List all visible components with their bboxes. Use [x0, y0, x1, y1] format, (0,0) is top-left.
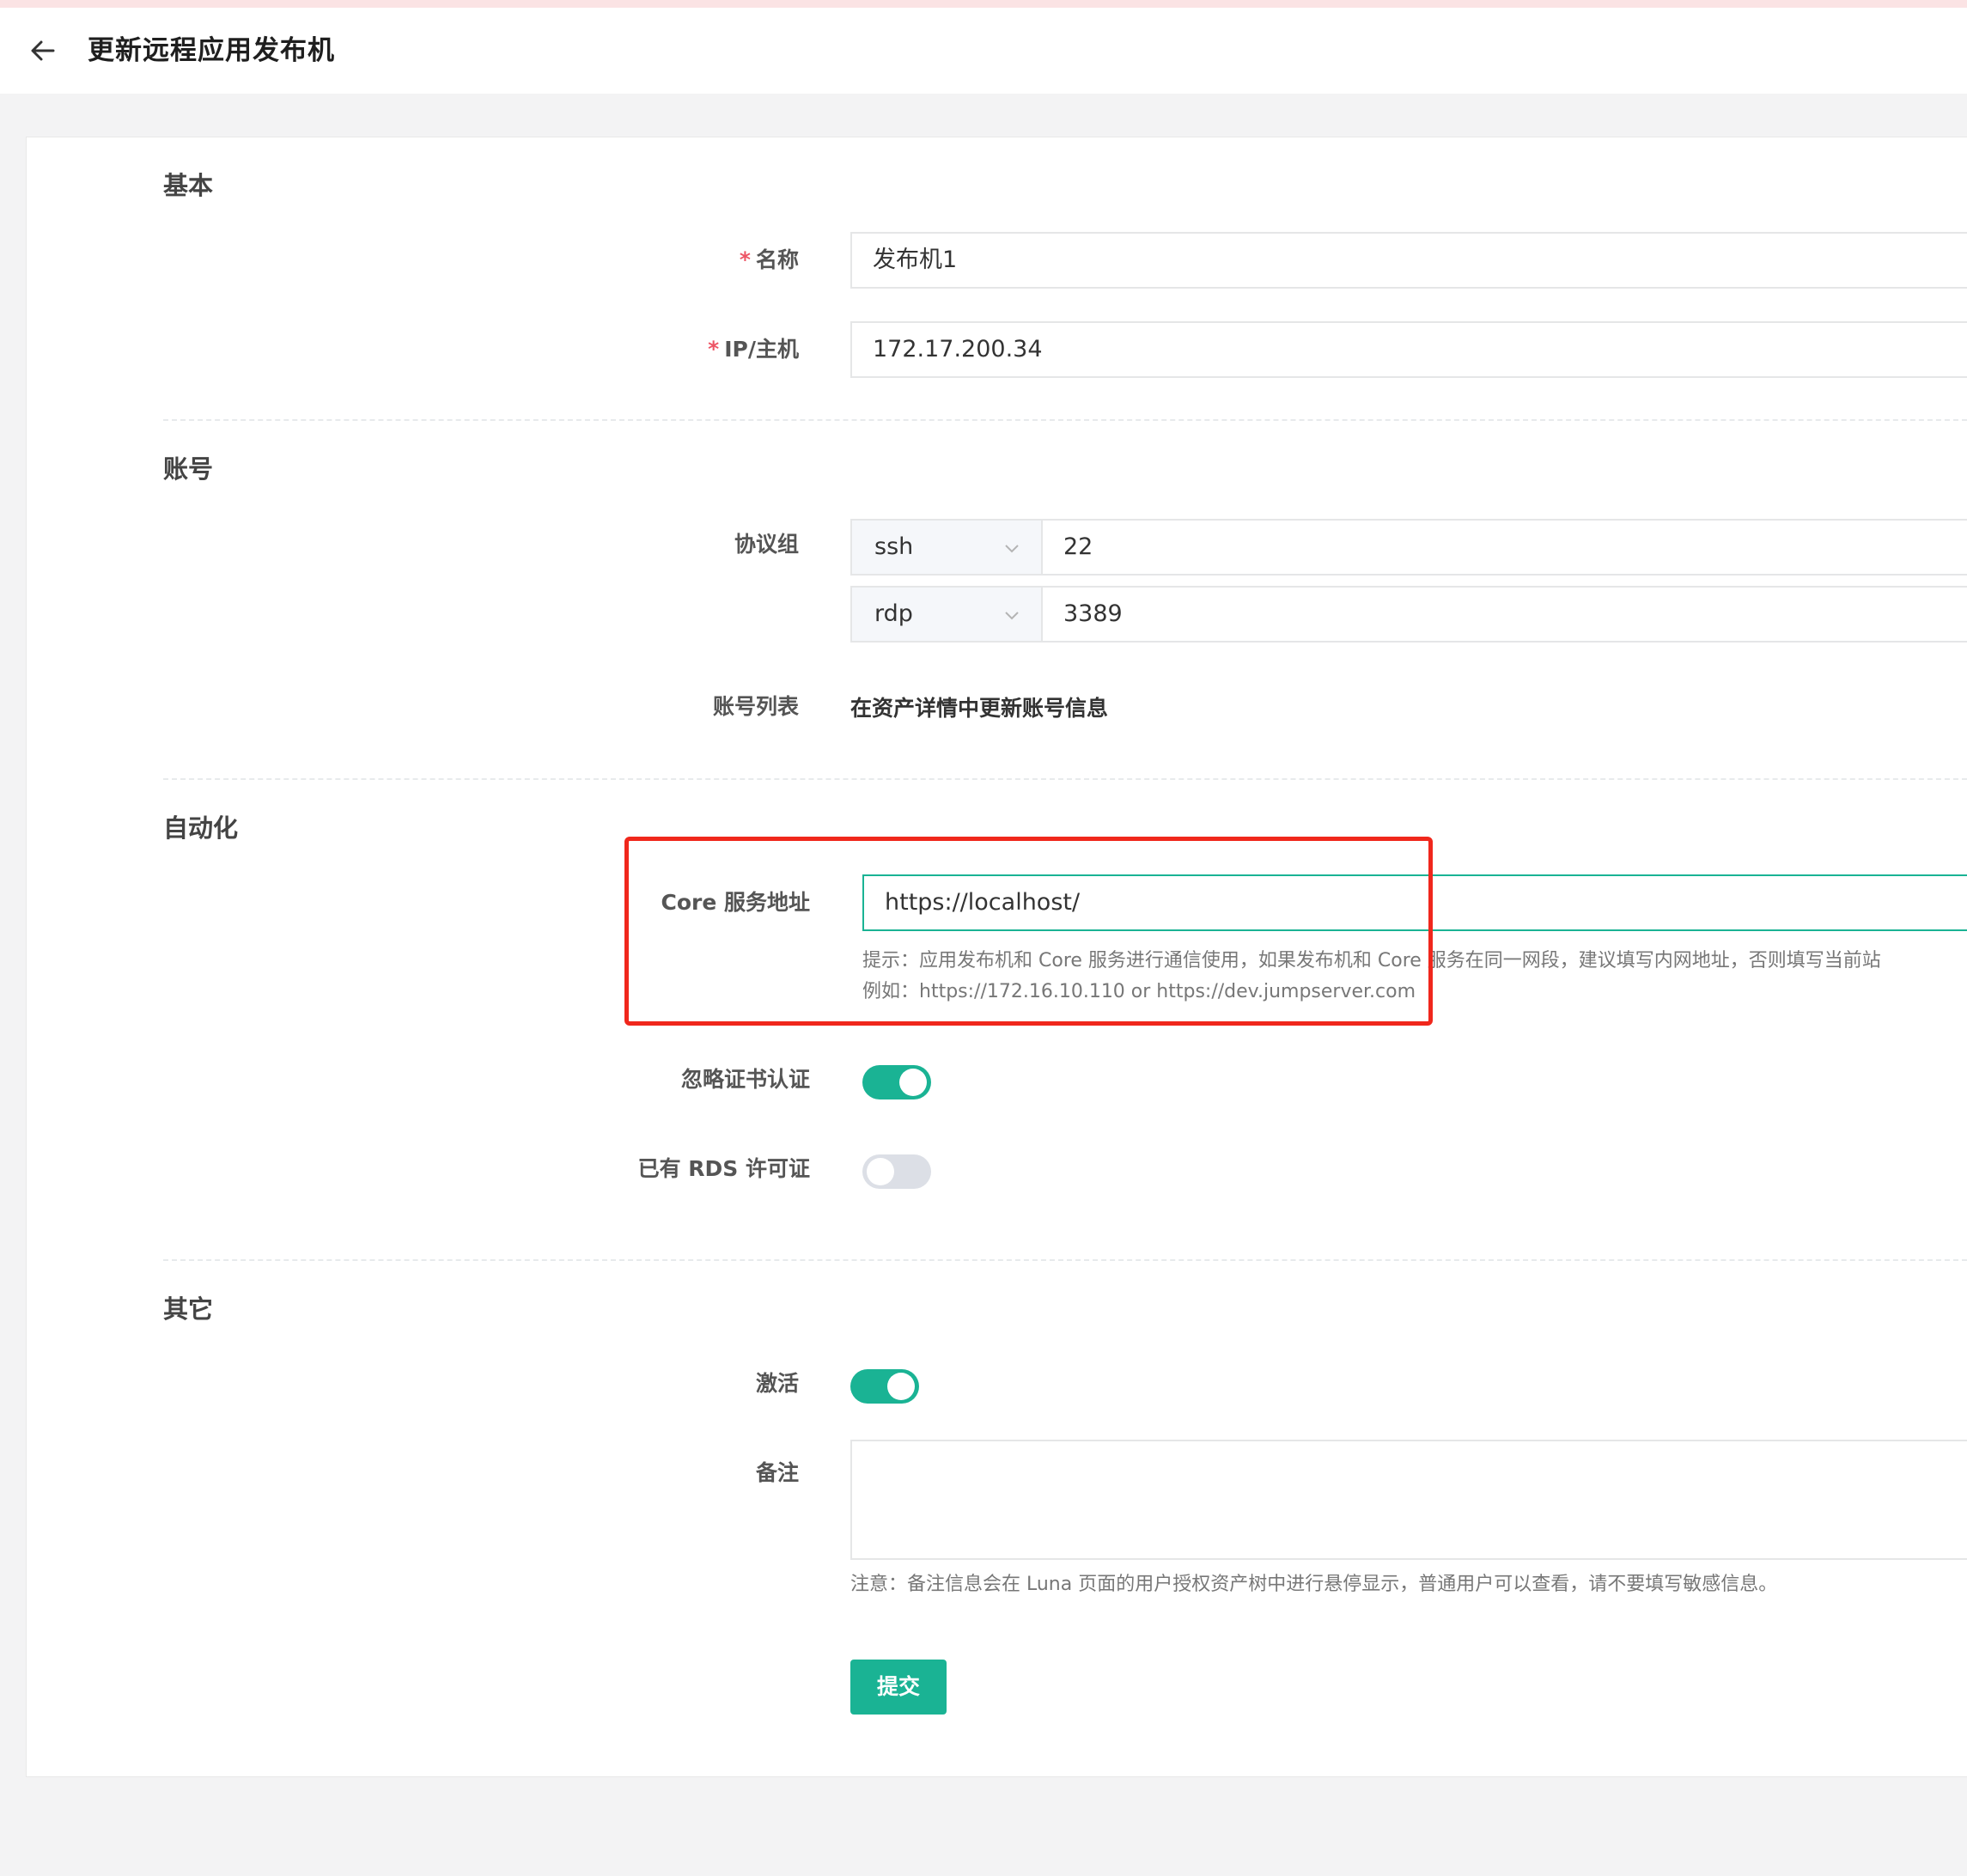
page-header: 更新远程应用发布机	[0, 8, 1967, 94]
required-mark: *	[739, 247, 751, 272]
toggle-knob	[899, 1069, 927, 1096]
section-title-basic: 基本	[163, 171, 214, 200]
submit-button[interactable]: 提交	[850, 1660, 947, 1715]
comment-label: 备注	[755, 1460, 799, 1485]
ignore-cert-toggle[interactable]	[862, 1065, 931, 1099]
active-toggle[interactable]	[850, 1369, 919, 1404]
protocol-select-value: ssh	[874, 533, 914, 560]
name-label: * 名称	[739, 247, 799, 272]
protocol-select-ssh[interactable]: ssh	[850, 519, 1043, 576]
protocol-select-value: rdp	[874, 600, 913, 627]
protocol-select-rdp[interactable]: rdp	[850, 586, 1043, 643]
ip-label: * IP/主机	[708, 337, 799, 362]
highlight-annotation-box	[624, 837, 1433, 1026]
section-divider	[163, 419, 1967, 421]
account-list-label: 账号列表	[712, 694, 799, 719]
back-arrow-icon[interactable]	[26, 34, 60, 68]
account-list-text: 在资产详情中更新账号信息	[850, 696, 1109, 721]
protocol-group-label: 协议组	[734, 532, 799, 557]
section-divider	[163, 1259, 1967, 1261]
chevron-down-icon	[1005, 545, 1019, 553]
rds-license-label: 已有 RDS 许可证	[637, 1156, 810, 1181]
ip-input[interactable]: 172.17.200.34	[850, 321, 1967, 378]
top-accent-line	[0, 0, 1967, 8]
comment-textarea[interactable]	[850, 1440, 1967, 1560]
toggle-knob	[887, 1373, 915, 1400]
comment-hint: 注意：备注信息会在 Luna 页面的用户授权资产树中进行悬停显示，普通用户可以查…	[850, 1574, 1778, 1595]
section-title-account: 账号	[163, 454, 214, 484]
section-title-other: 其它	[163, 1294, 214, 1324]
toggle-knob	[867, 1158, 894, 1185]
active-label: 激活	[755, 1371, 799, 1396]
rds-license-toggle[interactable]	[862, 1154, 931, 1189]
section-title-automation: 自动化	[163, 813, 239, 843]
name-input[interactable]: 发布机1	[850, 232, 1967, 289]
required-mark: *	[708, 337, 720, 362]
protocol-port-input-rdp[interactable]: 3389	[1041, 586, 1967, 643]
ignore-cert-label: 忽略证书认证	[680, 1067, 810, 1092]
chevron-down-icon	[1005, 612, 1019, 620]
page-title: 更新远程应用发布机	[88, 35, 335, 66]
section-divider	[163, 778, 1967, 780]
protocol-port-input-ssh[interactable]: 22	[1041, 519, 1967, 576]
